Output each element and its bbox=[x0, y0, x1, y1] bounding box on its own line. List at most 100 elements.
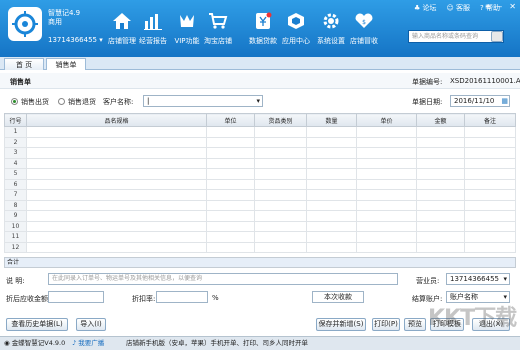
table-cell[interactable] bbox=[356, 147, 417, 159]
table-cell[interactable] bbox=[206, 210, 255, 222]
table-cell[interactable] bbox=[306, 189, 357, 201]
table-cell[interactable] bbox=[254, 189, 307, 201]
table-cell[interactable] bbox=[464, 136, 516, 148]
search-icon[interactable] bbox=[491, 31, 503, 42]
row-number[interactable]: 3 bbox=[4, 147, 27, 159]
date-input[interactable]: 2016/11/10 ▦ bbox=[450, 95, 510, 107]
table-cell[interactable] bbox=[26, 189, 207, 201]
table-cell[interactable] bbox=[254, 168, 307, 180]
table-cell[interactable] bbox=[206, 231, 255, 243]
table-cell[interactable] bbox=[464, 126, 516, 138]
table-cell[interactable] bbox=[306, 178, 357, 190]
table-cell[interactable] bbox=[464, 178, 516, 190]
col-category[interactable]: 货品类别 bbox=[254, 113, 307, 127]
preview-button[interactable]: 预览 bbox=[404, 318, 426, 331]
table-cell[interactable] bbox=[254, 136, 307, 148]
table-cell[interactable] bbox=[306, 147, 357, 159]
row-number[interactable]: 4 bbox=[4, 157, 27, 169]
table-cell[interactable] bbox=[206, 168, 255, 180]
table-cell[interactable] bbox=[464, 157, 516, 169]
received-field[interactable]: 本次收款 bbox=[312, 291, 364, 303]
history-button[interactable]: 查看历史单据(L) bbox=[6, 318, 68, 331]
table-cell[interactable] bbox=[26, 231, 207, 243]
table-cell[interactable] bbox=[254, 178, 307, 190]
table-cell[interactable] bbox=[306, 168, 357, 180]
table-cell[interactable] bbox=[206, 199, 255, 211]
table-cell[interactable] bbox=[206, 220, 255, 232]
table-cell[interactable] bbox=[464, 220, 516, 232]
table-cell[interactable] bbox=[206, 147, 255, 159]
row-number[interactable]: 12 bbox=[4, 241, 27, 253]
table-cell[interactable] bbox=[416, 147, 465, 159]
account-phone[interactable]: 13714366455 ▾ bbox=[48, 36, 103, 45]
table-cell[interactable] bbox=[356, 157, 417, 169]
table-row[interactable]: 9 bbox=[4, 210, 516, 222]
table-cell[interactable] bbox=[306, 199, 357, 211]
col-row-no[interactable]: 行号 bbox=[4, 113, 27, 127]
import-button[interactable]: 导入(I) bbox=[76, 318, 106, 331]
table-cell[interactable] bbox=[254, 210, 307, 222]
table-cell[interactable] bbox=[206, 157, 255, 169]
table-cell[interactable] bbox=[306, 220, 357, 232]
table-cell[interactable] bbox=[416, 136, 465, 148]
col-price[interactable]: 单价 bbox=[356, 113, 417, 127]
table-cell[interactable] bbox=[464, 241, 516, 253]
table-cell[interactable] bbox=[254, 220, 307, 232]
table-row[interactable]: 8 bbox=[4, 199, 516, 211]
discount-rate-input[interactable] bbox=[156, 291, 208, 303]
table-cell[interactable] bbox=[416, 220, 465, 232]
table-cell[interactable] bbox=[306, 210, 357, 222]
table-cell[interactable] bbox=[416, 126, 465, 138]
table-cell[interactable] bbox=[26, 241, 207, 253]
col-remark[interactable]: 备注 bbox=[464, 113, 516, 127]
table-cell[interactable] bbox=[206, 241, 255, 253]
table-row[interactable]: 3 bbox=[4, 147, 516, 159]
table-cell[interactable] bbox=[356, 178, 417, 190]
table-cell[interactable] bbox=[464, 199, 516, 211]
table-cell[interactable] bbox=[416, 231, 465, 243]
table-cell[interactable] bbox=[206, 178, 255, 190]
table-row[interactable]: 12 bbox=[4, 241, 516, 253]
save-new-button[interactable]: 保存并新增(S) bbox=[316, 318, 366, 331]
table-cell[interactable] bbox=[356, 220, 417, 232]
table-cell[interactable] bbox=[26, 199, 207, 211]
table-cell[interactable] bbox=[416, 178, 465, 190]
table-cell[interactable] bbox=[254, 241, 307, 253]
row-number[interactable]: 1 bbox=[4, 126, 27, 138]
table-cell[interactable] bbox=[356, 136, 417, 148]
table-cell[interactable] bbox=[416, 241, 465, 253]
tab-sales-order[interactable]: 销售单 bbox=[46, 58, 86, 70]
minimize-icon[interactable]: – bbox=[498, 2, 502, 11]
menu-icon[interactable]: ≡ bbox=[485, 2, 492, 11]
table-cell[interactable] bbox=[306, 231, 357, 243]
table-cell[interactable] bbox=[356, 241, 417, 253]
table-cell[interactable] bbox=[306, 157, 357, 169]
table-row[interactable]: 7 bbox=[4, 189, 516, 201]
table-cell[interactable] bbox=[26, 126, 207, 138]
table-cell[interactable] bbox=[254, 157, 307, 169]
row-number[interactable]: 11 bbox=[4, 231, 27, 243]
table-cell[interactable] bbox=[464, 168, 516, 180]
table-cell[interactable] bbox=[356, 126, 417, 138]
table-cell[interactable] bbox=[416, 189, 465, 201]
table-cell[interactable] bbox=[26, 168, 207, 180]
chevron-down-icon[interactable]: ▾ bbox=[256, 96, 260, 106]
col-name[interactable]: 品名规格 bbox=[26, 113, 207, 127]
table-cell[interactable] bbox=[416, 199, 465, 211]
table-cell[interactable] bbox=[356, 199, 417, 211]
table-cell[interactable] bbox=[356, 210, 417, 222]
table-cell[interactable] bbox=[464, 210, 516, 222]
tab-home[interactable]: 首 页 bbox=[4, 58, 44, 70]
table-cell[interactable] bbox=[206, 126, 255, 138]
table-cell[interactable] bbox=[26, 157, 207, 169]
note-input[interactable]: 在此同录入订单号、物运单号及其他相关信息，以便查询 bbox=[48, 273, 398, 285]
table-cell[interactable] bbox=[254, 126, 307, 138]
table-row[interactable]: 2 bbox=[4, 136, 516, 148]
forum-link[interactable]: ♣ 论坛 bbox=[414, 3, 437, 13]
table-cell[interactable] bbox=[206, 189, 255, 201]
table-row[interactable]: 5 bbox=[4, 168, 516, 180]
row-number[interactable]: 7 bbox=[4, 189, 27, 201]
table-cell[interactable] bbox=[26, 220, 207, 232]
row-number[interactable]: 10 bbox=[4, 220, 27, 232]
close-icon[interactable]: ✕ bbox=[509, 2, 516, 11]
